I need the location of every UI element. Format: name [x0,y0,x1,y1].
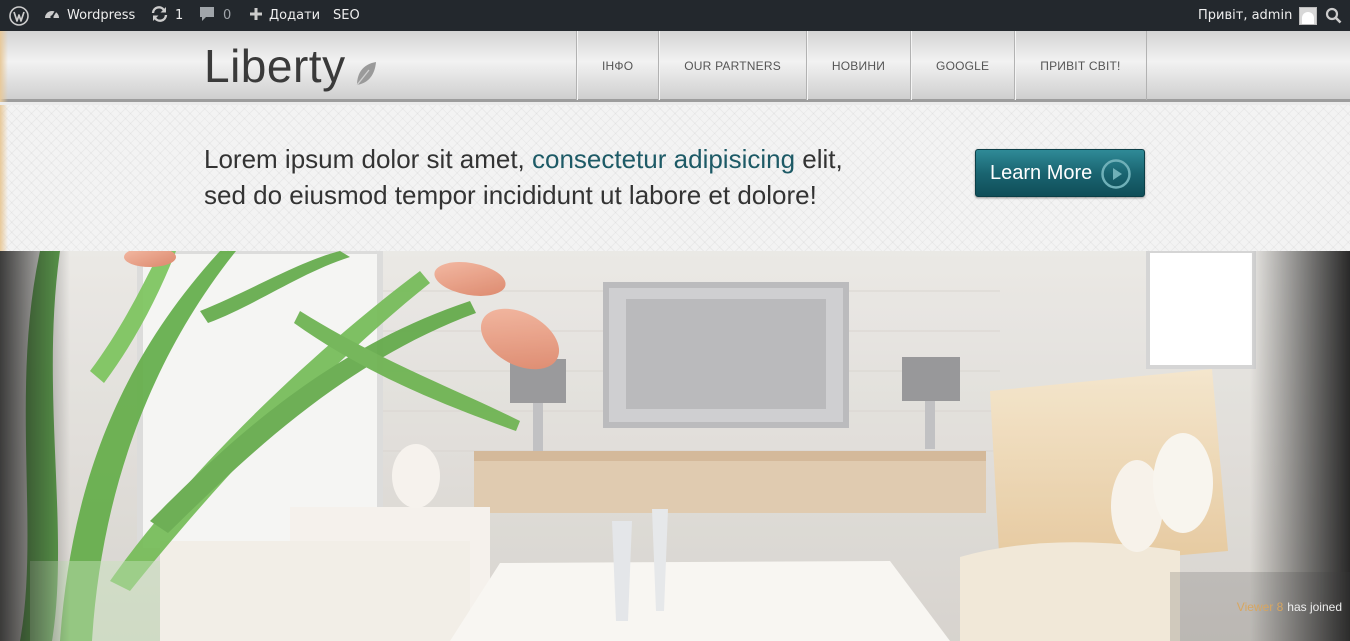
notice-suffix: has joined [1287,599,1342,614]
site-logo[interactable]: Liberty [204,39,378,93]
updates-count: 1 [175,8,184,23]
viewer-name: Viewer 8 [1236,599,1284,614]
new-content-menu[interactable]: Додати [249,0,320,31]
comments-count: 0 [223,8,232,23]
search-icon[interactable] [1325,0,1342,31]
nav-item-hello-world[interactable]: ПРИВІТ СВІТ! [1015,31,1147,100]
avatar [1299,6,1318,25]
admin-bar: Wordpress 1 0 Додати SEO Привіт, admin [0,0,1350,31]
nav-item-google[interactable]: GOOGLE [911,31,1016,100]
greeting-text: Привіт, admin [1198,8,1293,23]
comment-icon [199,6,215,26]
new-content-label: Додати [269,8,321,23]
main-nav: ІНФО OUR PARTNERS НОВИНИ GOOGLE ПРИВІТ С… [576,31,1147,100]
plus-icon [249,7,263,25]
my-account-menu[interactable]: Привіт, admin [1198,0,1318,31]
site-name-menu[interactable]: Wordpress [43,0,135,31]
dashboard-icon [43,5,61,27]
tagline-part-2: elit, [795,144,843,174]
nav-item-news[interactable]: НОВИНИ [807,31,912,100]
tagline-part-1: Lorem ipsum dolor sit amet, [204,144,533,174]
tagline-band: Lorem ipsum dolor sit amet, consectetur … [0,105,1350,251]
updates-menu[interactable]: 1 [150,0,183,31]
tagline-text: Lorem ipsum dolor sit amet, consectetur … [204,141,843,213]
tagline-line-2: sed do eiusmod tempor incididunt ut labo… [204,180,817,210]
tagline-highlight: consectetur adipisicing [532,144,796,174]
learn-more-label: Learn More [990,161,1093,184]
site-header: Liberty ІНФО OUR PARTNERS НОВИНИ GOOGLE … [0,31,1350,102]
logo-text: Liberty [204,40,346,92]
wordpress-logo-icon[interactable] [9,0,29,31]
refresh-icon [150,5,169,27]
nav-item-info[interactable]: ІНФО [577,31,660,100]
leaf-icon [354,45,378,99]
learn-more-button[interactable]: Learn More [975,149,1145,197]
play-circle-icon [1100,158,1132,196]
seo-menu[interactable]: SEO [333,0,360,31]
nav-item-our-partners[interactable]: OUR PARTNERS [659,31,807,100]
hero-image [0,251,1350,641]
viewer-joined-notice: Viewer 8 has joined [1170,572,1350,641]
site-name: Wordpress [67,8,136,23]
comments-menu[interactable]: 0 [199,0,231,31]
